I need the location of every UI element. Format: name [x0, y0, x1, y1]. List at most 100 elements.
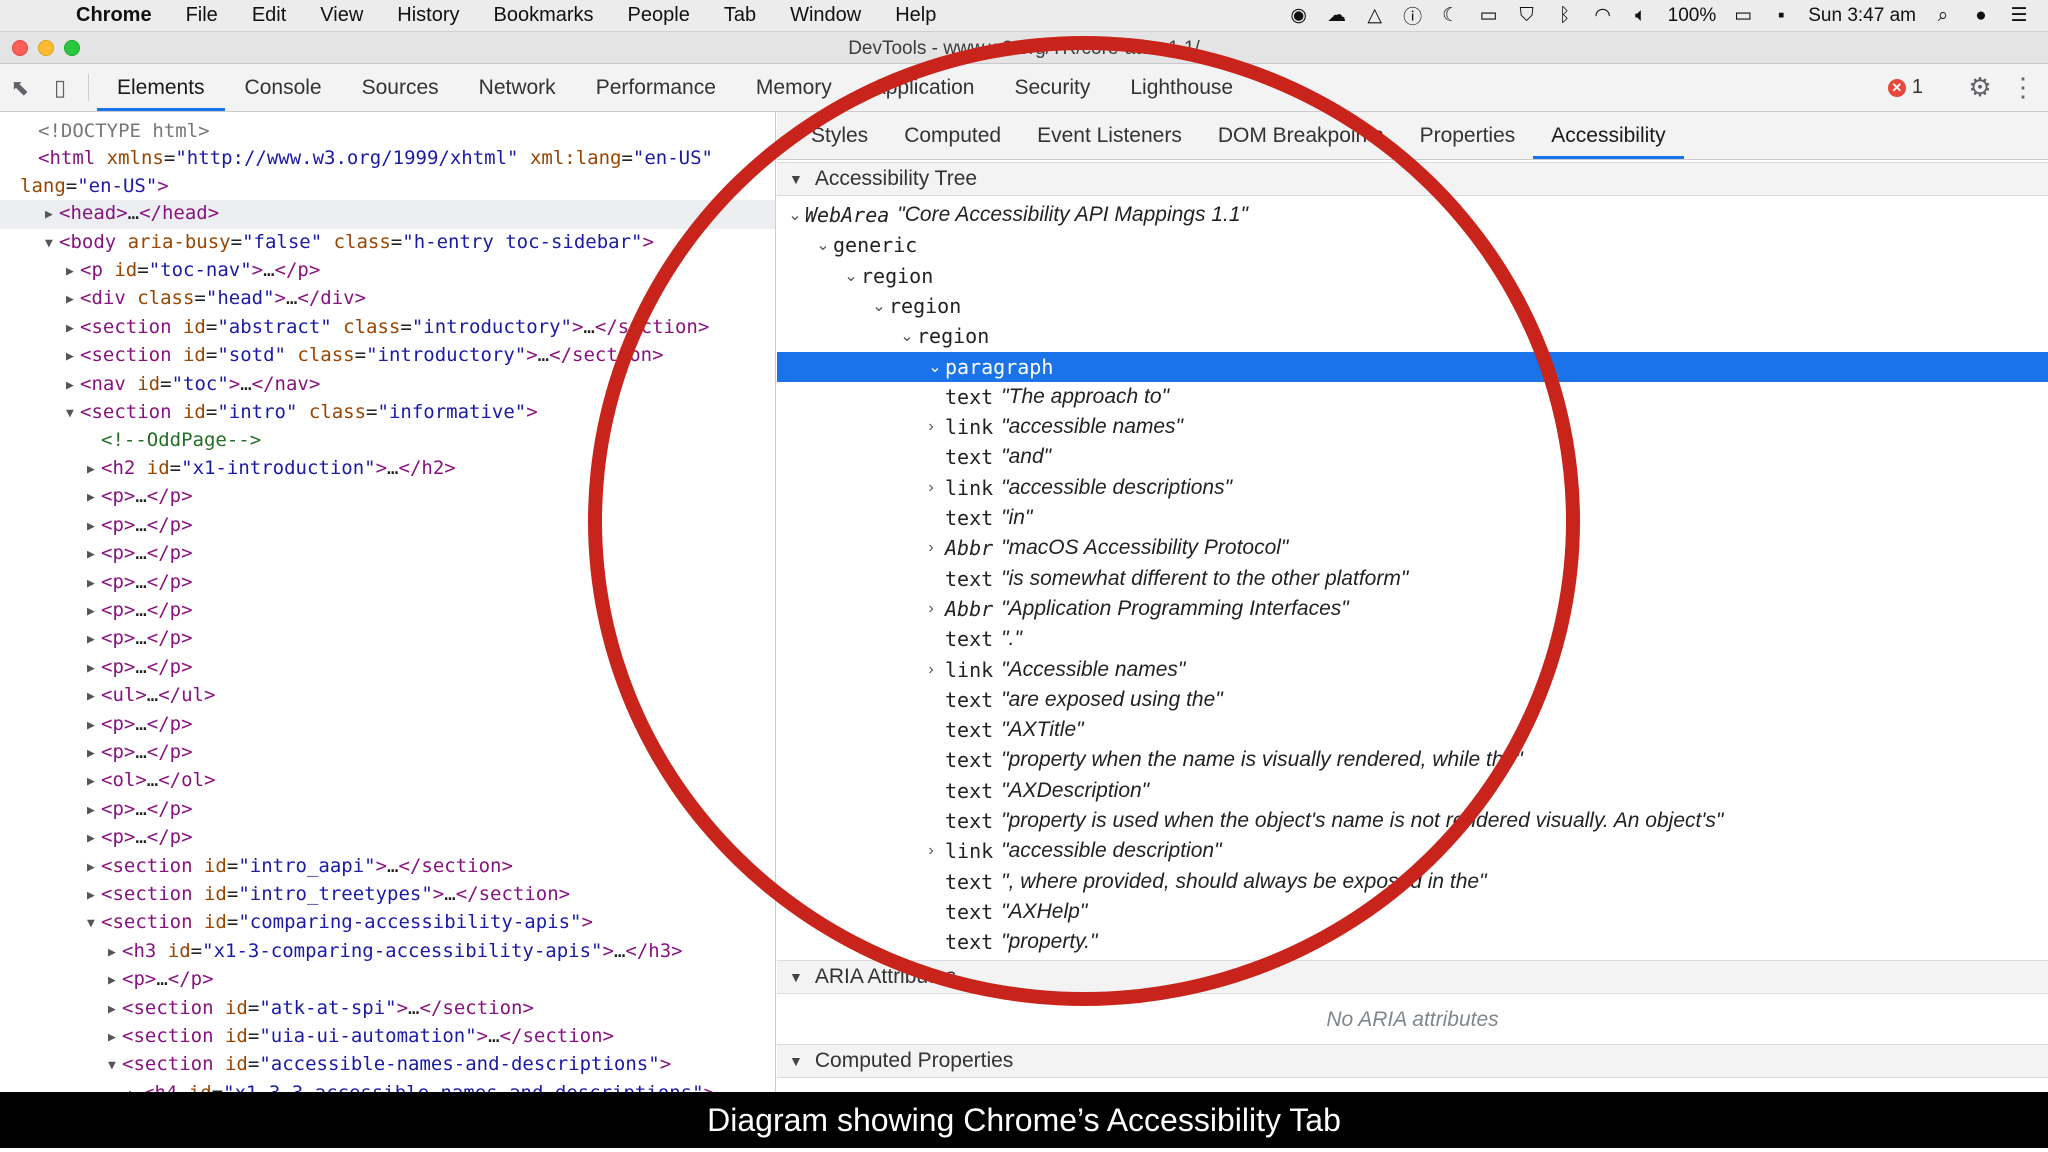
menu-edit[interactable]: Edit	[235, 4, 303, 27]
ax-tree-node[interactable]: ⌄ paragraph	[777, 351, 2048, 382]
collapsed-triangle-icon[interactable]: ▶	[87, 456, 101, 483]
collapsed-triangle-icon[interactable]: ▶	[87, 683, 101, 710]
dom-node-line[interactable]: ▶ <p id="toc-nav">…</p>	[0, 257, 775, 285]
chevron-down-icon[interactable]: ⌄	[841, 266, 861, 286]
dom-node-line[interactable]: ▶ <h2 id="x1-introduction">…</h2>	[0, 455, 775, 483]
expanded-triangle-icon[interactable]: ▼	[45, 230, 59, 257]
ax-tree-node[interactable]: text ", where provided, should always be …	[777, 867, 2048, 897]
tab-properties[interactable]: Properties	[1402, 112, 1534, 159]
collapsed-triangle-icon[interactable]: ▶	[66, 315, 80, 342]
ax-tree-node[interactable]: › link "accessible description"	[777, 836, 2048, 866]
ax-tree-node[interactable]: text "property."	[777, 927, 2048, 957]
chevron-right-icon[interactable]: ›	[917, 661, 945, 679]
collapsed-triangle-icon[interactable]: ▶	[87, 570, 101, 597]
voiceover-icon[interactable]: ◉	[1288, 4, 1310, 28]
ax-tree-node[interactable]: ⌄ region	[777, 321, 2048, 351]
tab-console[interactable]: Console	[225, 64, 342, 111]
chevron-right-icon[interactable]: ›	[917, 418, 945, 436]
menu-app-chrome[interactable]: Chrome	[56, 4, 169, 27]
dom-node-line[interactable]: ▶ <p>…</p>	[0, 824, 775, 852]
delta-icon[interactable]: △	[1364, 4, 1386, 28]
battery-icon[interactable]: ▭	[1732, 4, 1754, 28]
chevron-right-icon[interactable]: ›	[917, 842, 945, 860]
expanded-triangle-icon[interactable]: ▼	[87, 910, 101, 937]
collapsed-triangle-icon[interactable]: ▶	[66, 343, 80, 370]
chevron-right-icon[interactable]: ›	[917, 479, 945, 497]
ax-tree-node[interactable]: text "."	[777, 624, 2048, 654]
expanded-triangle-icon[interactable]: ▼	[108, 1052, 122, 1079]
dom-node-line[interactable]: ▶ <section id="sotd" class="introductory"…	[0, 342, 775, 370]
airplay-icon[interactable]: ▭	[1478, 4, 1500, 28]
dom-node-line[interactable]: <!--OddPage-->	[0, 427, 775, 454]
volume-icon[interactable]: 🔈︎	[1630, 4, 1652, 28]
computed-properties-header[interactable]: ▼ Computed Properties	[777, 1044, 2048, 1078]
collapsed-triangle-icon[interactable]: ▶	[66, 258, 80, 285]
menu-history[interactable]: History	[380, 4, 476, 27]
dom-node-line[interactable]: ▶ <p>…</p>	[0, 966, 775, 994]
collapsed-triangle-icon[interactable]: ▶	[87, 825, 101, 852]
aria-attributes-header[interactable]: ▼ ARIA Attributes	[777, 960, 2048, 994]
dom-node-line[interactable]: ▶ <p>…</p>	[0, 483, 775, 511]
dom-node-line[interactable]: ▶ <nav id="toc">…</nav>	[0, 371, 775, 399]
ax-tree-node[interactable]: text "is somewhat different to the other …	[777, 564, 2048, 594]
collapsed-triangle-icon[interactable]: ▶	[66, 286, 80, 313]
dom-node-line[interactable]: ▶ <p>…</p>	[0, 569, 775, 597]
tab-accessibility[interactable]: Accessibility	[1533, 112, 1684, 159]
inspect-element-icon[interactable]: ⬉	[0, 64, 40, 111]
collapsed-triangle-icon[interactable]: ▶	[87, 740, 101, 767]
dom-node-line[interactable]: ▶ <div class="head">…</div>	[0, 285, 775, 313]
ax-tree-node[interactable]: text "and"	[777, 442, 2048, 472]
info-icon[interactable]: ⓘ	[1402, 4, 1424, 28]
chevron-down-icon[interactable]: ⌄	[925, 357, 945, 377]
dom-node-line[interactable]: ▶ <p>…</p>	[0, 512, 775, 540]
dom-node-line[interactable]: ▶ <section id="intro_treetypes">…</sectio…	[0, 881, 775, 909]
dom-node-line[interactable]: ▶ <p>…</p>	[0, 597, 775, 625]
menu-window[interactable]: Window	[773, 4, 878, 27]
dom-node-line[interactable]: ▶ <head>…</head>	[0, 200, 775, 229]
tab-dom-breakpoints[interactable]: DOM Breakpoints	[1200, 112, 1402, 159]
ax-tree-node[interactable]: text "property is used when the object's …	[777, 806, 2048, 836]
dom-node-line[interactable]: ▼ <body aria-busy="false" class="h-entry …	[0, 229, 775, 257]
settings-gear-icon[interactable]: ⚙	[1960, 72, 2000, 103]
ax-tree-node[interactable]: text "The approach to"	[777, 382, 2048, 412]
expanded-triangle-icon[interactable]: ▼	[66, 400, 80, 427]
ax-tree-node[interactable]: ⌄ region	[777, 261, 2048, 291]
wifi-icon[interactable]: ◠	[1592, 4, 1614, 28]
flag-icon[interactable]: ▪	[1770, 4, 1792, 28]
menu-view[interactable]: View	[303, 4, 380, 27]
collapsed-triangle-icon[interactable]: ▶	[87, 598, 101, 625]
chevron-down-icon[interactable]: ⌄	[869, 296, 889, 316]
notification-center-icon[interactable]: ☰	[2008, 4, 2030, 28]
dom-node-line[interactable]: ▶ <p>…</p>	[0, 796, 775, 824]
tab-styles[interactable]: Styles	[793, 112, 886, 159]
cloud-icon[interactable]: ☁	[1326, 4, 1348, 28]
dom-node-line[interactable]: ▶ <section id="abstract" class="introduct…	[0, 314, 775, 342]
collapsed-triangle-icon[interactable]: ▶	[87, 882, 101, 909]
more-options-icon[interactable]: ⋮	[2010, 72, 2036, 103]
dom-node-line[interactable]: ▶ <section id="atk-at-spi">…</section>	[0, 995, 775, 1023]
moon-icon[interactable]: ☾	[1440, 4, 1462, 28]
collapsed-triangle-icon[interactable]: ▶	[87, 655, 101, 682]
menu-people[interactable]: People	[611, 4, 707, 27]
collapsed-triangle-icon[interactable]: ▶	[87, 854, 101, 881]
chevron-down-icon[interactable]: ⌄	[785, 205, 805, 225]
menu-help[interactable]: Help	[878, 4, 953, 27]
collapsed-triangle-icon[interactable]: ▶	[87, 513, 101, 540]
ax-tree-node[interactable]: text "AXHelp"	[777, 897, 2048, 927]
bluetooth-icon[interactable]: ᛒ	[1554, 4, 1576, 28]
tab-lighthouse[interactable]: Lighthouse	[1110, 64, 1253, 111]
collapsed-triangle-icon[interactable]: ▶	[87, 626, 101, 653]
menu-tab[interactable]: Tab	[707, 4, 773, 27]
spotlight-search-icon[interactable]: ⌕	[1932, 4, 1954, 28]
shield-icon[interactable]: ⛉	[1516, 4, 1538, 28]
siri-icon[interactable]: ●	[1970, 4, 1992, 28]
ax-tree-node[interactable]: text "AXTitle"	[777, 715, 2048, 745]
menu-bookmarks[interactable]: Bookmarks	[477, 4, 611, 27]
dom-node-line[interactable]: ▶ <ul>…</ul>	[0, 682, 775, 710]
tab-performance[interactable]: Performance	[576, 64, 736, 111]
chevron-down-icon[interactable]: ⌄	[897, 326, 917, 346]
chevron-down-icon[interactable]: ⌄	[813, 235, 833, 255]
ax-tree-node[interactable]: › Abbr "Application Programming Interfaces…	[777, 594, 2048, 624]
ax-tree-node[interactable]: › link "accessible descriptions"	[777, 473, 2048, 503]
ax-tree-node[interactable]: ⌄ generic	[777, 230, 2048, 260]
